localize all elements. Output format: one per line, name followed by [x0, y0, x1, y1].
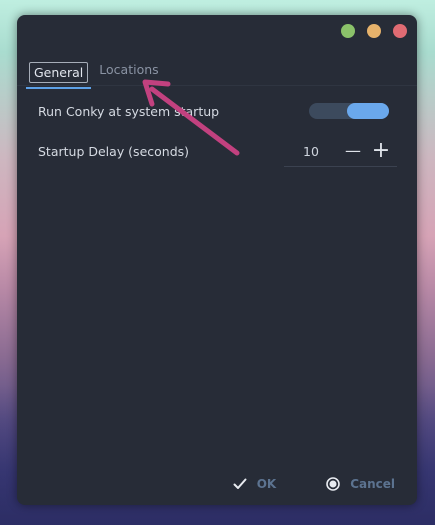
- ok-button[interactable]: OK: [233, 477, 277, 491]
- minimize-button[interactable]: [367, 24, 381, 38]
- tab-locations[interactable]: Locations: [94, 58, 163, 83]
- decrement-button[interactable]: —: [339, 140, 367, 162]
- maximize-button[interactable]: [341, 24, 355, 38]
- checkmark-icon: [233, 478, 247, 490]
- tab-bar: General Locations: [25, 58, 170, 89]
- radio-cancel-icon: [326, 477, 340, 491]
- delay-label: Startup Delay (seconds): [38, 143, 190, 159]
- delay-stepper: 10 — +: [303, 140, 395, 162]
- cancel-label: Cancel: [350, 477, 395, 491]
- stepper-underline: [284, 166, 397, 167]
- tabs-divider: [17, 85, 417, 86]
- toggle-knob: [347, 103, 389, 119]
- startup-setting-row: Run Conky at system startup: [38, 99, 397, 123]
- ok-label: OK: [256, 477, 277, 491]
- startup-toggle[interactable]: [309, 103, 389, 119]
- delay-value[interactable]: 10: [303, 144, 339, 159]
- plus-icon: +: [371, 138, 391, 163]
- startup-label: Run Conky at system startup: [38, 103, 220, 119]
- close-button[interactable]: [393, 24, 407, 38]
- dialog-footer: OK Cancel: [17, 477, 417, 491]
- increment-button[interactable]: +: [367, 140, 395, 162]
- delay-setting-row: Startup Delay (seconds) 10 — +: [38, 139, 397, 163]
- tab-general[interactable]: General: [25, 62, 92, 89]
- minus-icon: —: [345, 141, 361, 160]
- cancel-button[interactable]: Cancel: [326, 477, 395, 491]
- window-controls: [341, 24, 407, 38]
- settings-dialog: General Locations Run Conky at system st…: [17, 15, 417, 505]
